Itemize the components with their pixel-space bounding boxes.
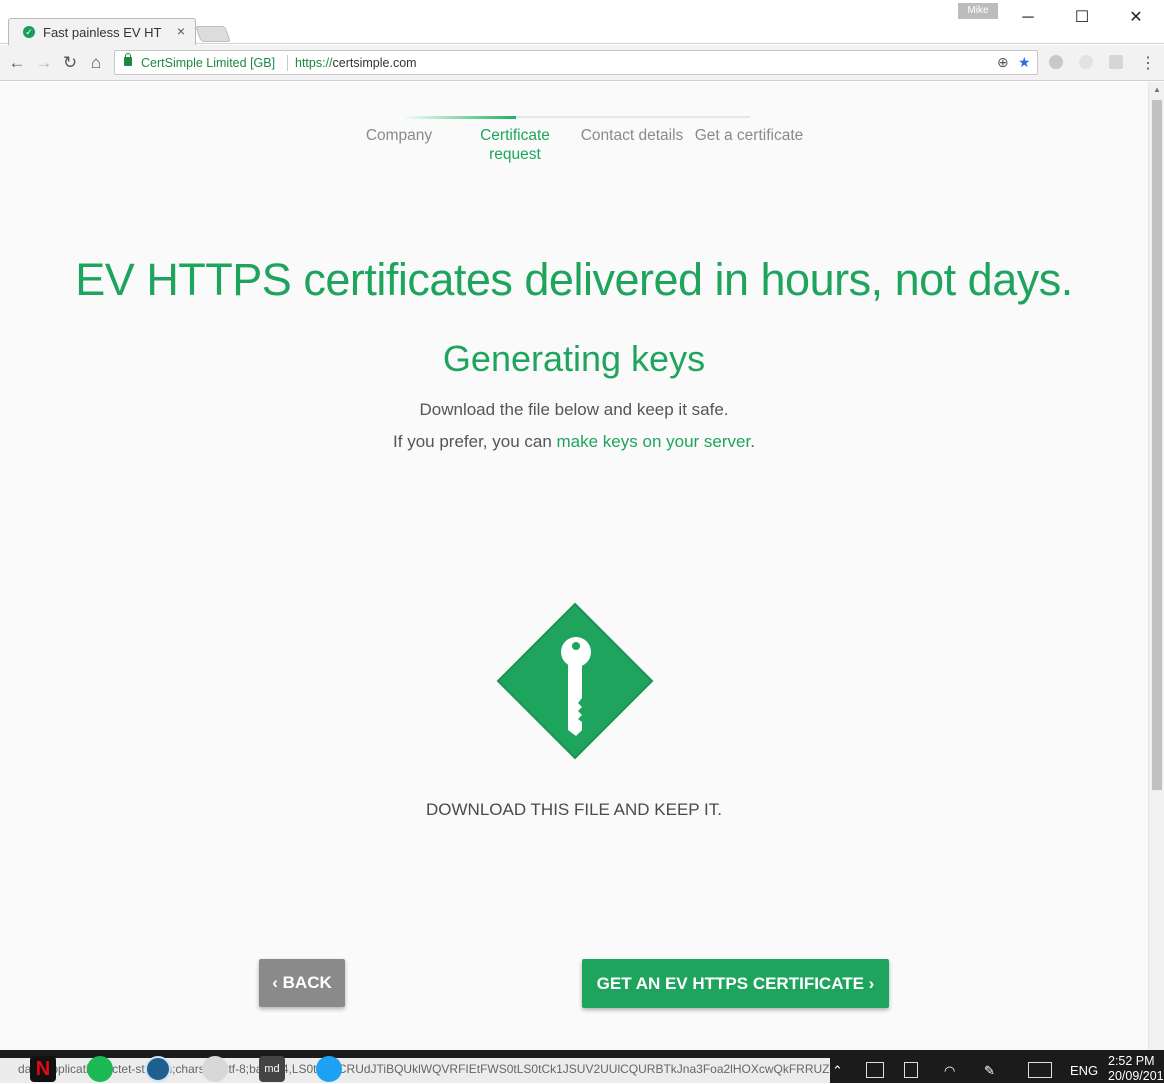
key-icon[interactable]: [496, 602, 654, 760]
download-file-label[interactable]: DOWNLOAD THIS FILE AND KEEP IT.: [0, 800, 1148, 820]
language-indicator[interactable]: ENG: [1070, 1063, 1098, 1078]
alternative-text: If you prefer, you can make keys on your…: [0, 432, 1148, 452]
back-button[interactable]: ‹ BACK: [259, 959, 345, 1007]
step-get-certificate: Get a certificate: [694, 127, 804, 144]
window-titlebar: ✓ Fast painless EV HT × Mike ─ ☐ ✕: [0, 0, 1164, 45]
alternative-prefix: If you prefer, you can: [393, 432, 557, 451]
clock-time: 2:52 PM: [1108, 1054, 1155, 1068]
progress-steps: Company Certificate request Contact deta…: [340, 116, 808, 176]
url-host: certsimple.com: [332, 56, 417, 70]
spotify-icon[interactable]: [87, 1056, 113, 1082]
address-separator: [287, 55, 288, 71]
tray-battery-icon[interactable]: [904, 1062, 918, 1078]
browser-tab[interactable]: ✓ Fast painless EV HT ×: [8, 18, 196, 45]
zoom-icon[interactable]: ⊕: [997, 54, 1009, 71]
tray-display-icon[interactable]: [866, 1062, 884, 1078]
reload-icon[interactable]: ↻: [59, 53, 81, 73]
pen-icon[interactable]: ✎: [984, 1063, 995, 1079]
bookmark-star-icon[interactable]: ★: [1018, 54, 1031, 71]
step-certificate-request: Certificate request: [480, 127, 550, 163]
app-satellite-icon[interactable]: [202, 1056, 228, 1082]
profile-button[interactable]: Mike: [958, 3, 998, 19]
clock-date: 20/09/2017: [1108, 1069, 1164, 1083]
home-icon[interactable]: ⌂: [85, 53, 107, 73]
section-title: Generating keys: [442, 338, 706, 379]
url-text[interactable]: https://certsimple.com: [295, 56, 417, 70]
steps-progress-fill: [400, 116, 516, 119]
tab-title: Fast painless EV HT: [43, 25, 162, 40]
address-bar[interactable]: CertSimple Limited [GB] https://certsimp…: [114, 50, 1038, 75]
twitter-icon[interactable]: [316, 1056, 342, 1082]
browser-toolbar: ← → ↻ ⌂ CertSimple Limited [GB] https://…: [0, 45, 1164, 81]
url-scheme: https://: [295, 56, 333, 70]
get-certificate-button[interactable]: GET AN EV HTTPS CERTIFICATE ›: [582, 959, 889, 1008]
lock-icon: [124, 53, 132, 66]
close-window-icon[interactable]: ✕: [1116, 6, 1156, 30]
secure-favicon-icon: ✓: [23, 26, 35, 38]
keyboard-icon[interactable]: [1028, 1062, 1052, 1078]
link-status-bubble: data:application/octet-stream;charset=ut…: [0, 1058, 830, 1083]
make-keys-link[interactable]: make keys on your server: [557, 432, 751, 451]
extension-icon[interactable]: [1079, 55, 1093, 69]
browser-menu-icon[interactable]: ⋮: [1140, 53, 1156, 73]
alternative-suffix: .: [750, 432, 755, 451]
page-scrollbar[interactable]: ▲: [1148, 82, 1164, 1050]
page-viewport: Company Certificate request Contact deta…: [0, 82, 1148, 1050]
extension-icon[interactable]: [1109, 55, 1123, 69]
scroll-up-icon[interactable]: ▲: [1153, 85, 1161, 94]
extension-icon[interactable]: [1049, 55, 1063, 69]
minimize-icon[interactable]: ─: [1008, 6, 1048, 30]
app-tree-icon[interactable]: [145, 1056, 171, 1082]
netflix-icon[interactable]: N: [30, 1056, 56, 1082]
maximize-icon[interactable]: ☐: [1062, 6, 1102, 30]
instruction-text: Download the file below and keep it safe…: [419, 400, 729, 419]
ev-identity: CertSimple Limited [GB]: [141, 56, 276, 70]
tray-overflow-icon[interactable]: ⌃: [832, 1063, 843, 1079]
markdown-icon[interactable]: md: [259, 1056, 285, 1082]
forward-arrow-icon[interactable]: →: [33, 53, 55, 73]
back-arrow-icon[interactable]: ←: [6, 53, 28, 73]
step-company: Company: [365, 127, 433, 144]
wifi-icon[interactable]: ◠: [944, 1063, 955, 1079]
clock[interactable]: 2:52 PM20/09/2017: [1108, 1054, 1164, 1084]
scroll-thumb[interactable]: [1152, 100, 1162, 790]
page-headline: EV HTTPS certificates delivered in hours…: [75, 254, 1073, 305]
new-tab-button[interactable]: [195, 26, 231, 42]
step-contact-details: Contact details: [580, 127, 684, 144]
tab-close-icon[interactable]: ×: [177, 23, 185, 39]
